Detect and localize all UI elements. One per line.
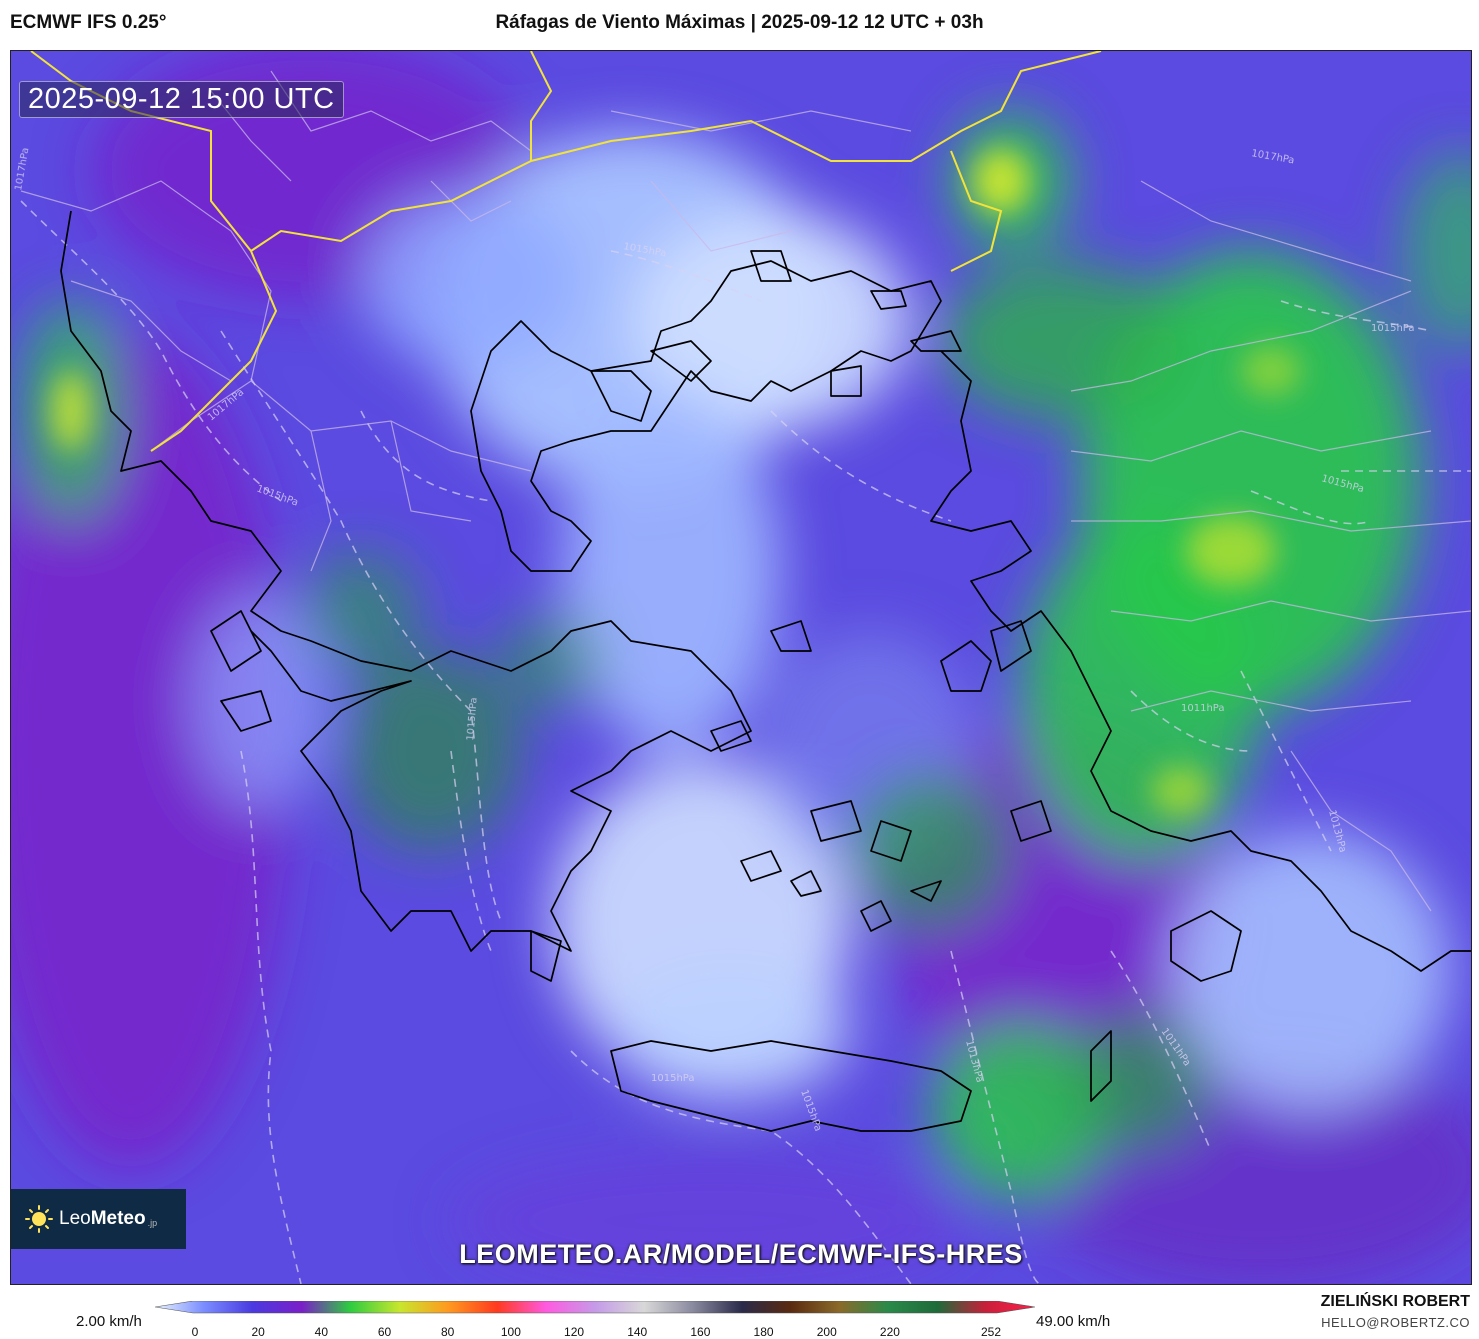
legend-tick-label: 140 [627, 1325, 648, 1339]
legend-tick-label: 60 [377, 1325, 392, 1339]
legend-tick-label: 120 [564, 1325, 585, 1339]
legend-tick-label: 160 [690, 1325, 711, 1339]
logo-text: LeoMeteo [59, 1208, 146, 1230]
legend-tick-label: 220 [879, 1325, 900, 1339]
legend-colorbar [155, 1301, 1035, 1314]
isobar-label: 1015hPa [1371, 323, 1415, 334]
isobar-label: 1015hPa [651, 1073, 695, 1084]
map-title: Ráfagas de Viento Máximas | 2025-09-12 1… [495, 12, 984, 33]
logo-brand-bold: Meteo [90, 1208, 146, 1229]
weather-map[interactable]: 1017hPa 1017hPa 1015hPa 1015hPa 1015hPa … [10, 50, 1472, 1285]
legend-max-label: 49.00 km/h [1036, 1313, 1111, 1330]
sun-icon [25, 1205, 53, 1233]
legend-tick-label: 100 [500, 1325, 521, 1339]
author-email[interactable]: HELLO@ROBERTZ.CO [1321, 1315, 1470, 1330]
legend-tick-label: 80 [441, 1325, 455, 1339]
isobar-label: 1011hPa [1181, 703, 1225, 714]
legend-tick-label: 40 [314, 1325, 329, 1339]
legend-tick-label: 180 [753, 1325, 774, 1339]
author-credit: ZIELIŃSKI ROBERT [1320, 1293, 1470, 1310]
legend-tick-label: 252 [980, 1325, 1002, 1339]
gust-field: 1017hPa 1017hPa 1015hPa 1015hPa 1015hPa … [11, 51, 1471, 1284]
legend-tick-label: 200 [816, 1325, 837, 1339]
legend-tick-label: 0 [191, 1325, 199, 1339]
legend-min-label: 2.00 km/h [76, 1313, 142, 1330]
logo-suffix: .jp [147, 1218, 158, 1228]
legend-tick-label: 20 [251, 1325, 265, 1339]
color-legend: 2.00 km/h 49.00 km/h 0 20 40 60 80 100 120 140 1… [0, 1296, 1479, 1339]
logo-brand-light: Leo [59, 1208, 91, 1229]
source-watermark: LEOMETEO.AR/MODEL/ECMWF-IFS-HRES [459, 1239, 1023, 1269]
valid-time-badge: 2025-09-12 15:00 UTC [19, 81, 344, 118]
